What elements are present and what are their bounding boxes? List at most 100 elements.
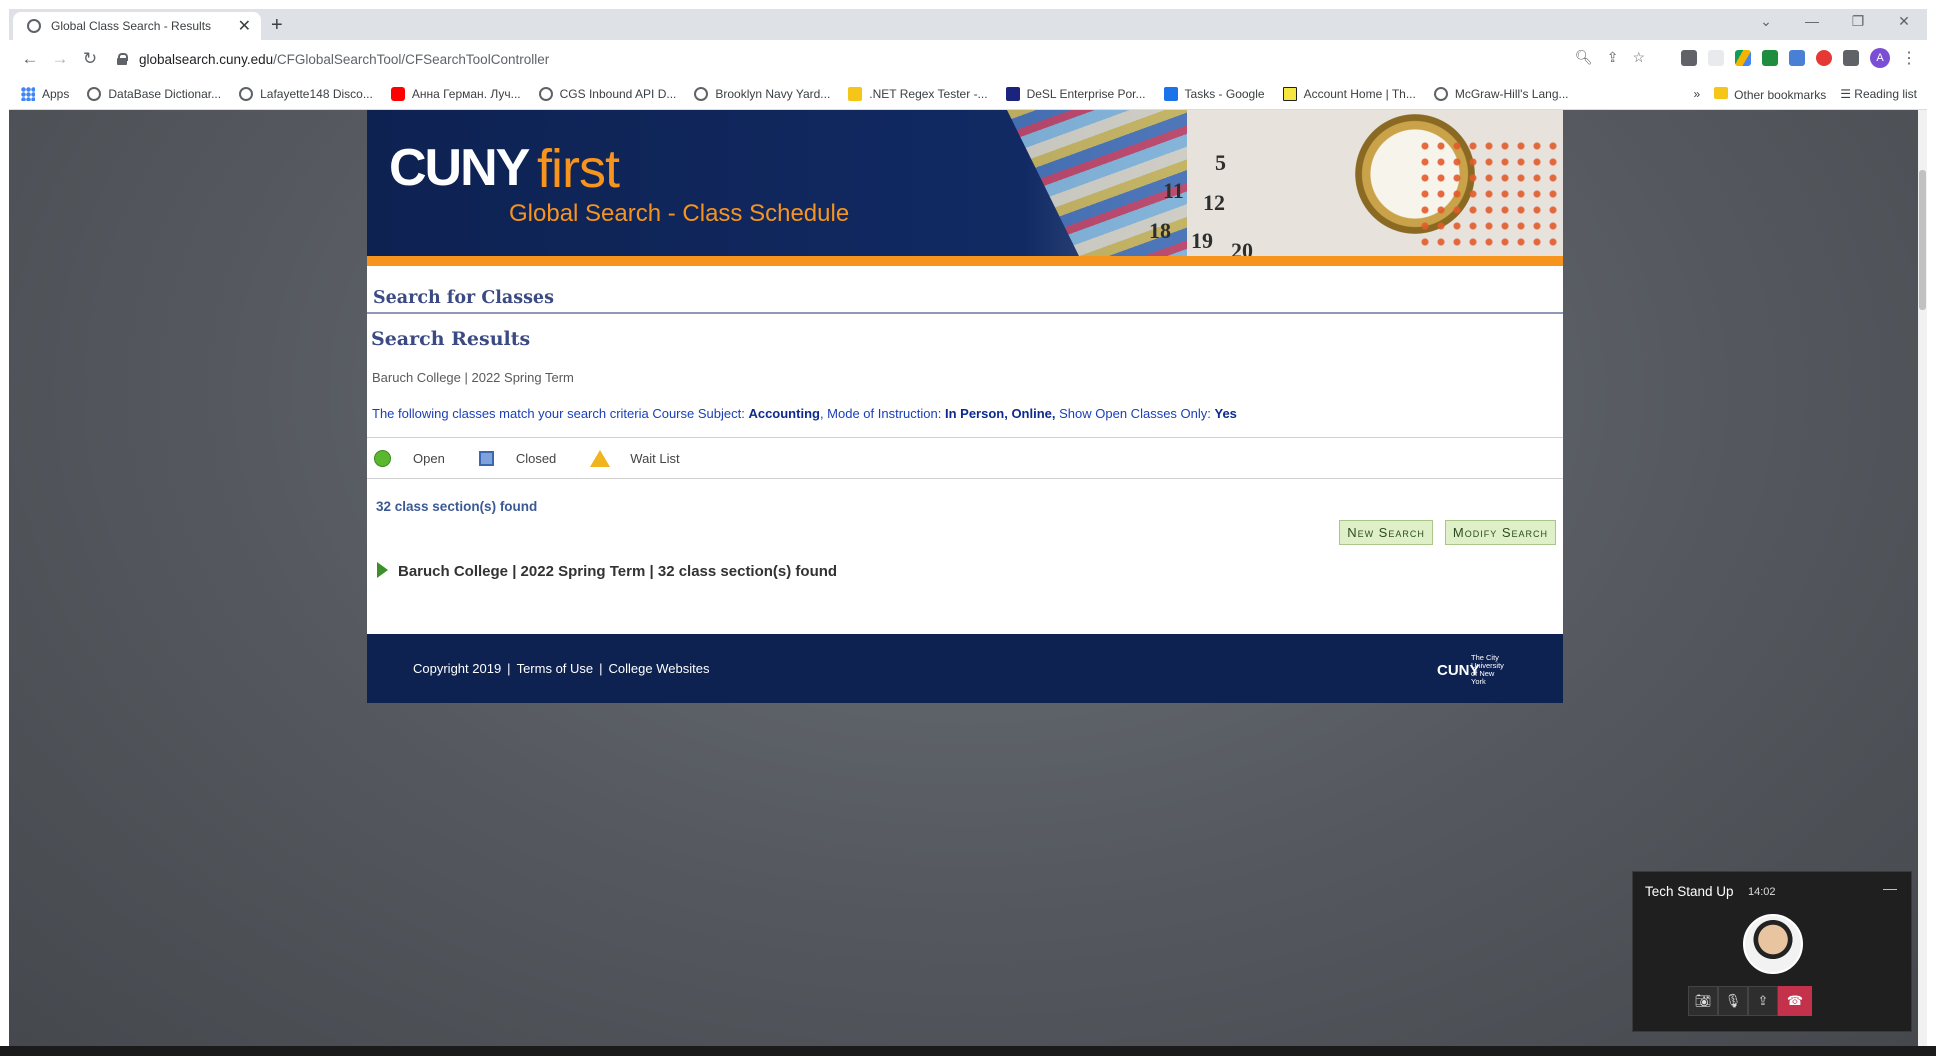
expand-arrow-icon[interactable] bbox=[377, 561, 388, 578]
participant-avatar bbox=[1743, 914, 1803, 974]
bookmark-label: McGraw-Hill's Lang... bbox=[1454, 86, 1569, 101]
calendar-number: 5 bbox=[1215, 150, 1226, 175]
bookmark-star-icon[interactable]: ☆ bbox=[1632, 49, 1645, 66]
footer-separator: | bbox=[507, 661, 511, 676]
tab-search-icon[interactable]: ⌄ bbox=[1743, 13, 1789, 30]
drive-extension-icon[interactable] bbox=[1735, 50, 1751, 66]
criteria-open: Yes bbox=[1214, 406, 1237, 421]
terms-of-use-link[interactable]: Terms of Use bbox=[517, 661, 594, 676]
bookmark-item[interactable]: Lafayette148 Disco... bbox=[239, 86, 373, 101]
bookmark-item[interactable]: Tasks - Google bbox=[1163, 86, 1265, 101]
puzzle-extensions-icon[interactable] bbox=[1843, 50, 1859, 66]
cuny-logo-text: The City University of New York bbox=[1471, 653, 1504, 686]
close-tab-icon[interactable]: ✕ bbox=[238, 16, 251, 36]
bookmark-item[interactable]: Brooklyn Navy Yard... bbox=[694, 86, 831, 101]
browser-chrome: Global Class Search - Results ✕ + ⌄ — ❐ … bbox=[9, 9, 1927, 110]
taskbar-strip bbox=[0, 1046, 1936, 1056]
window-controls: ⌄ — ❐ ✕ bbox=[1743, 13, 1927, 30]
restore-button[interactable]: ❐ bbox=[1835, 13, 1881, 30]
bookmark-item[interactable]: .NET Regex Tester -... bbox=[848, 86, 988, 101]
extensions-area: A ⋮ bbox=[1681, 48, 1917, 68]
bookmark-label: Brooklyn Navy Yard... bbox=[715, 86, 831, 101]
criteria-open-label: Show Open Classes Only: bbox=[1059, 406, 1211, 421]
back-button[interactable]: ← bbox=[15, 49, 45, 69]
extension-icon[interactable] bbox=[1708, 50, 1724, 66]
bookmark-label: DeSL Enterprise Por... bbox=[1026, 86, 1146, 101]
first-logo: first bbox=[537, 139, 620, 199]
bookmark-item[interactable]: Анна Герман. Луч... bbox=[390, 86, 521, 101]
extension-icon[interactable] bbox=[1762, 50, 1778, 66]
other-bookmarks[interactable]: Other bookmarks bbox=[1714, 86, 1827, 102]
cuny-logo: CUNY bbox=[389, 139, 530, 197]
legend-closed: Closed bbox=[478, 450, 556, 466]
adblock-extension-icon[interactable] bbox=[1816, 50, 1832, 66]
main-content: Search for Classes Search Results Baruch… bbox=[367, 266, 1563, 634]
modify-search-button[interactable]: Modify Search bbox=[1444, 520, 1556, 545]
bookmarks-overflow-button[interactable]: » bbox=[1693, 87, 1700, 101]
forward-button[interactable]: → bbox=[45, 49, 75, 69]
banner-subtitle: Global Search - Class Schedule bbox=[509, 200, 850, 227]
share-screen-button[interactable]: ⇪ bbox=[1748, 986, 1778, 1016]
reading-list[interactable]: ☰ Reading list bbox=[1840, 87, 1917, 101]
legend-waitlist-label: Wait List bbox=[630, 450, 680, 466]
calendar-number: 18 bbox=[1149, 218, 1171, 243]
new-tab-button[interactable]: + bbox=[271, 14, 283, 37]
call-widget[interactable]: Tech Stand Up 14:02 — 📷︎ 🎙︎ ⇪ ☎ bbox=[1632, 871, 1912, 1032]
minimize-call-button[interactable]: — bbox=[1883, 880, 1897, 896]
lock-icon[interactable] bbox=[117, 53, 128, 65]
other-bookmarks-label: Other bookmarks bbox=[1734, 87, 1827, 102]
bookmark-item[interactable]: DataBase Dictionar... bbox=[87, 86, 221, 101]
orange-divider bbox=[367, 256, 1563, 266]
results-group-toggle[interactable]: Baruch College | 2022 Spring Term | 32 c… bbox=[367, 545, 1563, 634]
globe-icon bbox=[87, 86, 102, 101]
reading-list-icon: ☰ bbox=[1840, 87, 1855, 101]
reload-button[interactable]: ↻ bbox=[75, 49, 105, 69]
regex-icon bbox=[848, 86, 863, 101]
zoom-icon[interactable]: 🔍︎ bbox=[1575, 49, 1593, 66]
camera-off-button[interactable]: 📷︎ bbox=[1688, 986, 1718, 1016]
share-icon[interactable]: ⇪ bbox=[1607, 49, 1619, 66]
bookmark-item[interactable]: Apps bbox=[21, 86, 69, 101]
college-websites-link[interactable]: College Websites bbox=[609, 661, 710, 676]
url-host: globalsearch.cuny.edu bbox=[139, 51, 274, 67]
browser-tab[interactable]: Global Class Search - Results ✕ bbox=[13, 12, 261, 40]
close-window-button[interactable]: ✕ bbox=[1881, 13, 1927, 30]
bookmark-item[interactable]: DeSL Enterprise Por... bbox=[1005, 86, 1146, 101]
bookmark-label: Tasks - Google bbox=[1184, 86, 1265, 101]
bookmark-item[interactable]: McGraw-Hill's Lang... bbox=[1433, 86, 1569, 101]
menu-kebab-icon[interactable]: ⋮ bbox=[1901, 48, 1917, 68]
camera-extension-icon[interactable] bbox=[1789, 50, 1805, 66]
calendar-number: 11 bbox=[1163, 178, 1184, 203]
scrollbar-thumb[interactable] bbox=[1919, 170, 1926, 310]
profile-avatar[interactable]: A bbox=[1870, 48, 1890, 68]
folder-icon bbox=[1714, 86, 1729, 99]
bookmarks-right: » Other bookmarks ☰ Reading list bbox=[1693, 78, 1917, 110]
globe-icon bbox=[538, 86, 553, 101]
call-timer: 14:02 bbox=[1748, 886, 1776, 898]
bookmarks-bar: Apps DataBase Dictionar... Lafayette148 … bbox=[9, 78, 1927, 110]
waitlist-status-icon bbox=[590, 449, 611, 467]
bookmark-label: Анна Герман. Луч... bbox=[411, 86, 521, 101]
results-count: 32 class section(s) found bbox=[376, 499, 538, 514]
mute-button[interactable]: 🎙︎ bbox=[1718, 986, 1748, 1016]
criteria-subject: Accounting bbox=[748, 406, 820, 421]
page-scrollbar[interactable] bbox=[1918, 110, 1927, 1046]
bookmark-item[interactable]: Account Home | Th... bbox=[1282, 86, 1416, 101]
legend-open: Open bbox=[374, 449, 445, 467]
apps-grid-icon bbox=[21, 86, 35, 101]
bookmark-label: .NET Regex Tester -... bbox=[869, 86, 988, 101]
hang-up-button[interactable]: ☎ bbox=[1778, 986, 1812, 1016]
minimize-button[interactable]: — bbox=[1789, 13, 1835, 30]
tab-title: Global Class Search - Results bbox=[51, 19, 212, 33]
new-search-button[interactable]: New Search bbox=[1339, 520, 1433, 545]
globe-icon bbox=[27, 19, 41, 33]
url-path: /CFGlobalSearchTool/CFSearchToolControll… bbox=[273, 51, 550, 67]
results-title: Search Results bbox=[371, 328, 531, 350]
globe-icon bbox=[694, 86, 709, 101]
search-criteria: The following classes match your search … bbox=[367, 385, 1563, 421]
extension-icon[interactable] bbox=[1681, 50, 1697, 66]
address-bar[interactable]: globalsearch.cuny.edu/CFGlobalSearchTool… bbox=[117, 44, 1537, 74]
bookmark-item[interactable]: CGS Inbound API D... bbox=[538, 86, 676, 101]
copyright-text: Copyright 2019 bbox=[413, 661, 502, 676]
closed-status-icon bbox=[478, 450, 494, 466]
